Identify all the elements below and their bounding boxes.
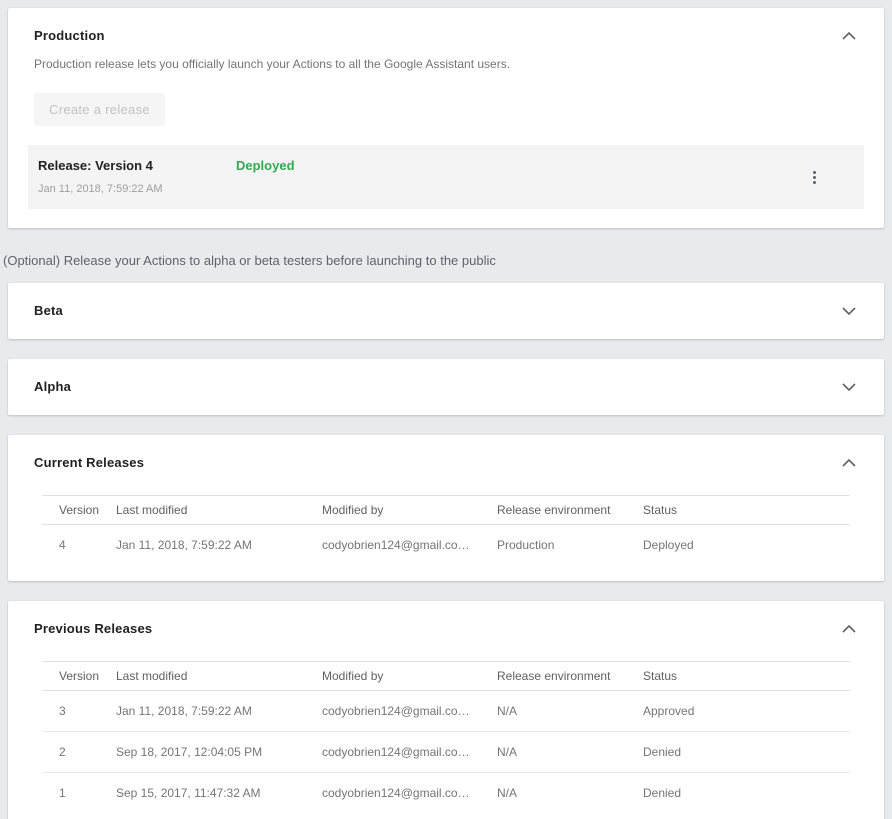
chevron-up-icon[interactable]: [840, 623, 858, 635]
production-section: Production Production release lets you o…: [8, 8, 884, 228]
previous-releases-table: Version Last modified Modified by Releas…: [42, 661, 850, 813]
chevron-up-icon[interactable]: [840, 457, 858, 469]
cell-status: Denied: [643, 773, 850, 814]
cell-status: Denied: [643, 732, 850, 773]
releases-page: Production Production release lets you o…: [0, 0, 892, 819]
table-row: 2 Sep 18, 2017, 12:04:05 PM codyobrien12…: [42, 732, 850, 773]
previous-releases-section: Previous Releases Version Last modified …: [8, 601, 884, 819]
current-releases-table: Version Last modified Modified by Releas…: [42, 495, 850, 565]
col-modified-by: Modified by: [322, 496, 497, 525]
beta-title: Beta: [34, 303, 63, 319]
release-title: Release: Version 4: [38, 158, 236, 174]
current-releases-header[interactable]: Current Releases: [34, 455, 858, 471]
cell-last-modified: Jan 11, 2018, 7:59:22 AM: [116, 691, 322, 732]
release-info: Release: Version 4 Jan 11, 2018, 7:59:22…: [38, 158, 236, 196]
chevron-down-icon[interactable]: [840, 305, 858, 317]
col-status: Status: [643, 496, 850, 525]
cell-status: Approved: [643, 691, 850, 732]
release-status-badge: Deployed: [236, 158, 295, 174]
cell-modified-by: codyobrien124@gmail.co…: [322, 691, 497, 732]
previous-releases-title: Previous Releases: [34, 621, 152, 637]
alpha-title: Alpha: [34, 379, 71, 395]
col-release-environment: Release environment: [497, 662, 643, 691]
cell-version: 4: [42, 525, 116, 566]
col-version: Version: [42, 496, 116, 525]
table-row: 3 Jan 11, 2018, 7:59:22 AM codyobrien124…: [42, 691, 850, 732]
col-modified-by: Modified by: [322, 662, 497, 691]
col-release-environment: Release environment: [497, 496, 643, 525]
create-release-button[interactable]: Create a release: [34, 93, 165, 126]
alpha-section[interactable]: Alpha: [8, 359, 884, 415]
cell-modified-by: codyobrien124@gmail.co…: [322, 773, 497, 814]
cell-modified-by: codyobrien124@gmail.co…: [322, 525, 497, 566]
cell-status: Deployed: [643, 525, 850, 566]
optional-note: (Optional) Release your Actions to alpha…: [0, 252, 892, 270]
col-version: Version: [42, 662, 116, 691]
table-row: 1 Sep 15, 2017, 11:47:32 AM codyobrien12…: [42, 773, 850, 814]
kebab-menu-icon[interactable]: [809, 167, 820, 188]
table-header-row: Version Last modified Modified by Releas…: [42, 662, 850, 691]
cell-release-environment: N/A: [497, 773, 643, 814]
col-status: Status: [643, 662, 850, 691]
cell-release-environment: Production: [497, 525, 643, 566]
beta-section[interactable]: Beta: [8, 283, 884, 339]
production-title: Production: [34, 28, 105, 44]
current-releases-section: Current Releases Version Last modified M…: [8, 435, 884, 581]
chevron-up-icon[interactable]: [840, 30, 858, 42]
production-description: Production release lets you officially l…: [34, 57, 858, 72]
table-header-row: Version Last modified Modified by Releas…: [42, 496, 850, 525]
col-last-modified: Last modified: [116, 662, 322, 691]
cell-modified-by: codyobrien124@gmail.co…: [322, 732, 497, 773]
release-row: Release: Version 4 Jan 11, 2018, 7:59:22…: [28, 145, 864, 209]
cell-version: 2: [42, 732, 116, 773]
cell-last-modified: Sep 18, 2017, 12:04:05 PM: [116, 732, 322, 773]
cell-last-modified: Sep 15, 2017, 11:47:32 AM: [116, 773, 322, 814]
current-releases-title: Current Releases: [34, 455, 144, 471]
chevron-down-icon[interactable]: [840, 381, 858, 393]
cell-release-environment: N/A: [497, 691, 643, 732]
cell-version: 1: [42, 773, 116, 814]
table-row: 4 Jan 11, 2018, 7:59:22 AM codyobrien124…: [42, 525, 850, 566]
cell-last-modified: Jan 11, 2018, 7:59:22 AM: [116, 525, 322, 566]
release-date: Jan 11, 2018, 7:59:22 AM: [38, 183, 236, 196]
production-section-header[interactable]: Production: [34, 28, 858, 44]
col-last-modified: Last modified: [116, 496, 322, 525]
previous-releases-header[interactable]: Previous Releases: [34, 621, 858, 637]
cell-version: 3: [42, 691, 116, 732]
cell-release-environment: N/A: [497, 732, 643, 773]
